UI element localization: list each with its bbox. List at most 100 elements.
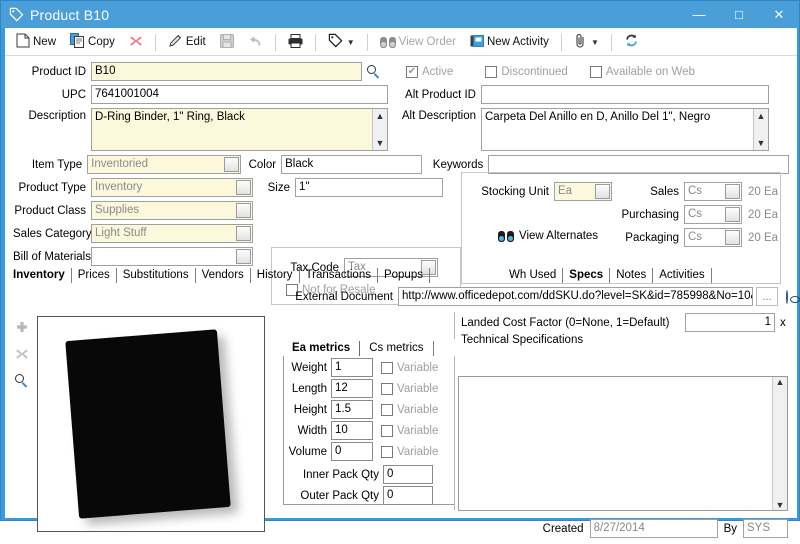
edit-button[interactable]: Edit	[162, 31, 212, 53]
active-checkbox[interactable]: ✔ Active	[406, 65, 454, 78]
weight-input[interactable]: 1	[331, 358, 373, 377]
bill-of-materials-combo[interactable]	[91, 247, 253, 266]
available-on-web-checkbox[interactable]: Available on Web	[589, 65, 695, 78]
scroll-up-icon[interactable]: ▲	[376, 109, 385, 123]
external-document-open-button[interactable]	[786, 289, 788, 304]
width-variable-checkbox[interactable]: Variable	[381, 424, 438, 437]
chevron-down-icon[interactable]	[595, 184, 610, 199]
height-input[interactable]: 1.5	[331, 400, 373, 419]
maximize-button[interactable]: □	[719, 1, 759, 28]
alt-description-input[interactable]: Carpeta Del Anillo en D, Anillo Del 1", …	[481, 108, 769, 151]
save-button[interactable]	[214, 31, 240, 53]
length-variable-checkbox[interactable]: Variable	[381, 382, 438, 395]
item-type-combo[interactable]: Inventoried	[87, 155, 242, 174]
tab-cs-metrics[interactable]: Cs metrics	[360, 341, 434, 356]
chevron-down-icon[interactable]	[236, 226, 251, 241]
sales-unit-combo[interactable]: Cs	[684, 182, 742, 201]
new-button[interactable]: New	[10, 31, 62, 53]
refresh-button[interactable]	[618, 31, 645, 53]
tab-prices[interactable]: Prices	[72, 268, 117, 283]
chevron-down-icon[interactable]	[725, 230, 740, 245]
scroll-up-icon[interactable]: ▲	[757, 109, 766, 123]
length-input[interactable]: 12	[331, 379, 373, 398]
chevron-down-icon[interactable]	[224, 157, 240, 172]
keywords-label: Keywords	[432, 158, 484, 171]
discontinued-checkbox[interactable]: Discontinued	[485, 65, 568, 78]
color-label: Color	[248, 158, 277, 171]
tab-ea-metrics[interactable]: Ea metrics	[283, 341, 361, 356]
width-input[interactable]: 10	[331, 421, 373, 440]
scroll-down-icon[interactable]: ▼	[776, 500, 785, 510]
chevron-down-icon[interactable]	[236, 180, 251, 195]
zoom-image-button[interactable]	[9, 368, 35, 394]
packaging-unit-value: Cs	[688, 231, 703, 243]
by-label: By	[723, 522, 737, 535]
paperclip-icon	[574, 33, 587, 51]
product-id-input[interactable]: B10	[91, 62, 362, 81]
print-button[interactable]	[282, 31, 309, 53]
volume-input[interactable]: 0	[331, 442, 373, 461]
scroll-up-icon[interactable]: ▲	[776, 377, 785, 387]
tab-notes[interactable]: Notes	[610, 268, 654, 283]
size-input[interactable]: 1"	[295, 178, 443, 197]
chevron-down-icon[interactable]	[725, 207, 740, 222]
inner-pack-input[interactable]: 0	[383, 465, 433, 484]
view-order-button[interactable]: View Order	[374, 31, 462, 53]
tab-substitutions[interactable]: Substitutions	[117, 268, 196, 283]
technical-specifications-input[interactable]: ▲ ▼	[458, 376, 788, 511]
product-id-search-button[interactable]	[362, 64, 386, 79]
tab-wh-used[interactable]: Wh Used	[505, 268, 564, 283]
tab-popups[interactable]: Popups	[378, 268, 430, 283]
chevron-down-icon[interactable]	[236, 249, 251, 264]
chevron-down-icon[interactable]	[236, 203, 251, 218]
minimize-button[interactable]: —	[679, 1, 719, 28]
tab-vendors[interactable]: Vendors	[196, 268, 251, 283]
tab-specs[interactable]: Specs	[563, 268, 611, 283]
tab-history[interactable]: History	[251, 268, 300, 283]
product-type-combo[interactable]: Inventory	[91, 178, 253, 197]
external-document-input[interactable]: http://www.officedepot.com/ddSKU.do?leve…	[398, 287, 753, 306]
variable-label: Variable	[397, 361, 439, 374]
outer-pack-input[interactable]: 0	[383, 486, 433, 505]
description-scrollbar[interactable]: ▲ ▼	[372, 109, 387, 150]
packaging-unit-combo[interactable]: Cs	[684, 228, 742, 247]
product-class-combo[interactable]: Supplies	[91, 201, 253, 220]
attachment-button[interactable]: ▼	[568, 31, 605, 53]
undo-button[interactable]	[242, 31, 269, 53]
upc-input[interactable]: 7641001004	[91, 85, 388, 104]
tab-activities[interactable]: Activities	[653, 268, 712, 283]
scroll-down-icon[interactable]: ▼	[376, 136, 385, 150]
landed-cost-input[interactable]: 1	[685, 313, 775, 332]
scroll-down-icon[interactable]: ▼	[757, 136, 766, 150]
alt-product-id-input[interactable]	[481, 85, 769, 104]
sales-category-combo[interactable]: Light Stuff	[91, 224, 253, 243]
height-variable-checkbox[interactable]: Variable	[381, 403, 438, 416]
purchasing-unit-combo[interactable]: Cs	[684, 205, 742, 224]
description-input[interactable]: D-Ring Binder, 1" Ring, Black ▲ ▼	[91, 108, 388, 151]
stocking-unit-combo[interactable]: Ea	[554, 182, 612, 201]
tab-transactions[interactable]: Transactions	[300, 268, 378, 283]
delete-button[interactable]	[123, 31, 149, 53]
new-activity-button[interactable]: New Activity	[464, 31, 555, 53]
alt-description-scrollbar[interactable]: ▲ ▼	[753, 109, 768, 150]
view-alternates-button[interactable]: View Alternates	[498, 230, 598, 242]
toolbar-separator	[314, 33, 316, 51]
binoculars-icon	[379, 36, 396, 48]
copy-button[interactable]: Copy	[64, 31, 121, 53]
remove-image-button[interactable]	[9, 342, 35, 368]
add-image-button[interactable]	[9, 316, 35, 342]
technical-specifications-scrollbar[interactable]: ▲ ▼	[772, 377, 787, 510]
weight-variable-checkbox[interactable]: Variable	[381, 361, 439, 374]
inner-pack-label: Inner Pack Qty	[302, 468, 379, 481]
tag-dropdown-button[interactable]: ▼	[322, 31, 361, 53]
chevron-down-icon[interactable]	[725, 184, 740, 199]
record-footer: Created 8/27/2014 By SYS	[458, 518, 788, 539]
product-image-frame[interactable]	[37, 316, 265, 532]
metric-row: Volume 0 Variable	[283, 442, 455, 461]
active-label: Active	[422, 65, 454, 78]
tab-inventory[interactable]: Inventory	[9, 268, 72, 283]
color-input[interactable]: Black	[281, 155, 422, 174]
close-button[interactable]: ✕	[759, 1, 799, 28]
volume-variable-checkbox[interactable]: Variable	[381, 445, 438, 458]
external-document-browse-button[interactable]: ...	[756, 287, 778, 306]
